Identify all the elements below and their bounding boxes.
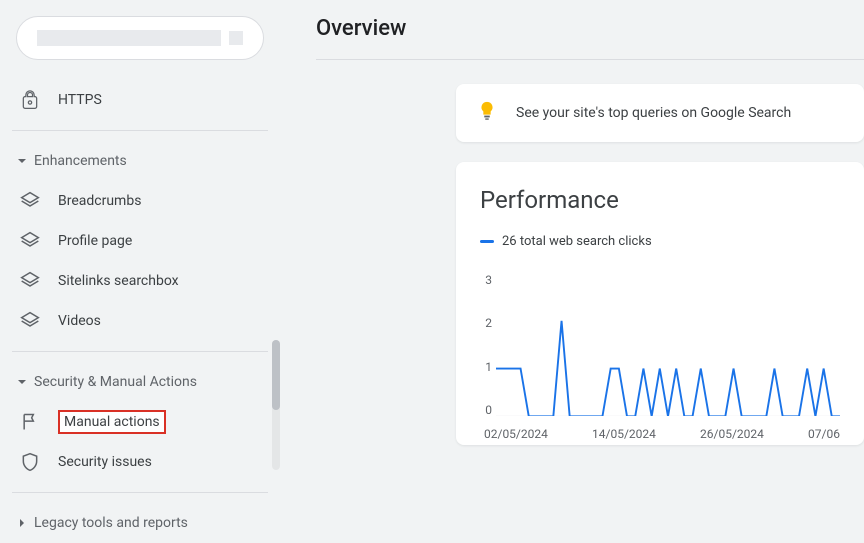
chevron-down-icon [16,156,28,166]
performance-card: Performance 26 total web search clicks 3… [456,162,864,445]
divider [12,351,268,352]
sidebar: HTTPS Enhancements Breadcrumbs Profile p… [0,0,280,509]
legend-label: 26 total web search clicks [502,234,652,249]
sidebar-item-manual-actions[interactable]: Manual actions [8,402,272,442]
y-axis: 3 2 1 0 [472,273,492,417]
shield-icon [20,452,40,472]
sidebar-item-profile-page[interactable]: Profile page [8,221,272,261]
tip-text: See your site's top queries on Google Se… [516,105,791,121]
legend-line-icon [480,240,494,243]
sidebar-item-label: Sitelinks searchbox [58,273,179,289]
chart-legend: 26 total web search clicks [480,234,840,249]
sidebar-item-sitelinks-searchbox[interactable]: Sitelinks searchbox [8,261,272,301]
chart-svg [496,273,840,416]
lightbulb-icon [476,100,498,126]
performance-title: Performance [480,186,840,214]
sidebar-item-label: Breadcrumbs [58,193,141,209]
main-content: Overview See your site's top queries on … [280,0,864,509]
x-tick: 26/05/2024 [700,427,764,441]
scrollbar[interactable] [272,340,280,470]
layers-icon [20,311,40,331]
x-axis: 02/05/2024 14/05/2024 26/05/2024 07/06 [480,427,840,441]
section-label: Legacy tools and reports [34,515,188,531]
sidebar-item-breadcrumbs[interactable]: Breadcrumbs [8,181,272,221]
sidebar-item-security-issues[interactable]: Security issues [8,442,272,482]
divider [12,130,268,131]
property-placeholder [37,30,221,46]
section-legacy[interactable]: Legacy tools and reports [8,503,272,543]
chevron-down-icon [16,377,28,387]
sidebar-item-label: Manual actions [58,410,166,434]
flag-icon [20,412,40,432]
layers-icon [20,191,40,211]
chart: 3 2 1 0 02/05/2024 14/05/2024 26/05/2024… [480,265,840,445]
lock-icon [20,90,40,110]
property-selector[interactable] [16,16,264,60]
x-tick: 14/05/2024 [592,427,656,441]
y-tick: 3 [472,273,492,287]
y-tick: 2 [472,316,492,330]
section-enhancements[interactable]: Enhancements [8,141,272,181]
sidebar-item-https[interactable]: HTTPS [8,80,272,120]
sidebar-item-label: Profile page [58,233,132,249]
layers-icon [20,231,40,251]
section-label: Security & Manual Actions [34,374,197,390]
scrollbar-thumb[interactable] [272,340,280,410]
sidebar-item-label: HTTPS [58,92,102,108]
x-tick: 02/05/2024 [484,427,548,441]
sidebar-item-label: Videos [58,313,101,329]
y-tick: 1 [472,360,492,374]
x-tick: 07/06 [808,427,840,441]
section-security[interactable]: Security & Manual Actions [8,362,272,402]
sidebar-item-videos[interactable]: Videos [8,301,272,341]
chevron-down-icon [229,31,243,45]
tip-card[interactable]: See your site's top queries on Google Se… [456,84,864,142]
sidebar-item-label: Security issues [58,454,152,470]
chevron-right-icon [16,518,28,528]
page-title: Overview [316,16,864,60]
layers-icon [20,271,40,291]
section-label: Enhancements [34,153,127,169]
divider [12,492,268,493]
y-tick: 0 [472,403,492,417]
